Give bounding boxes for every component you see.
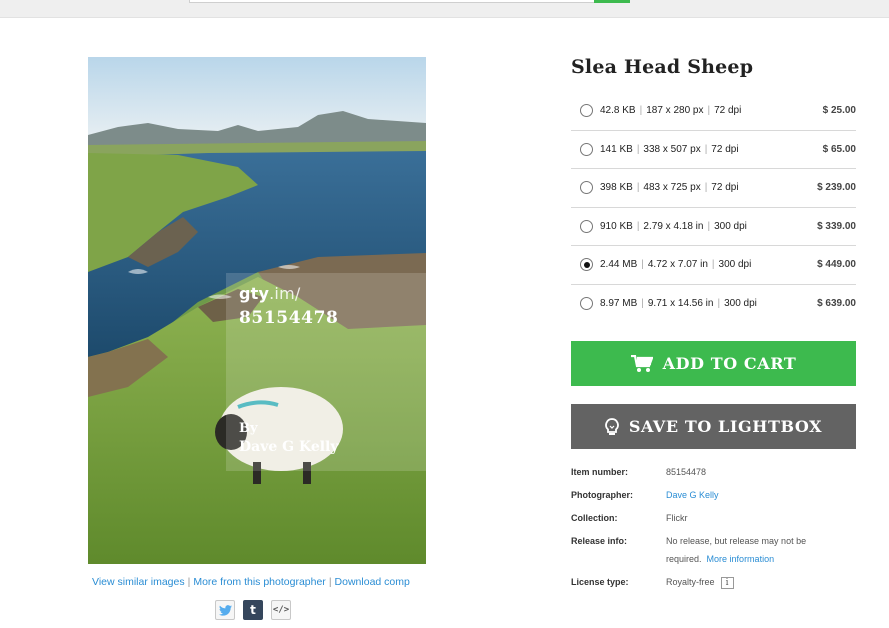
size-options: 42.8 KB | 187 x 280 px | 72 dpi $ 25.00 141 KB… xyxy=(571,92,856,324)
license-value: Royalty-free xyxy=(666,577,715,587)
photo-links: View similar images | More from this photo… xyxy=(88,576,428,588)
download-comp-link[interactable]: Download comp xyxy=(335,576,410,588)
collection-value: Flickr xyxy=(666,513,688,523)
price: $ 639.00 xyxy=(817,297,856,309)
embed-icon: </> xyxy=(272,605,290,615)
separator: | xyxy=(641,259,644,271)
dimensions: 4.72 x 7.07 in xyxy=(647,259,708,271)
dimensions: 9.71 x 14.56 in xyxy=(647,297,714,309)
tumblr-share-button[interactable]: t xyxy=(243,600,263,620)
file-size: 398 KB xyxy=(600,182,633,194)
separator: | xyxy=(711,259,715,271)
size-radio[interactable] xyxy=(580,104,593,117)
size-option-row[interactable]: 42.8 KB | 187 x 280 px | 72 dpi $ 25.00 xyxy=(571,92,856,131)
size-option-row[interactable]: 141 KB | 338 x 507 px | 72 dpi $ 65.00 xyxy=(571,131,856,170)
size-option-row[interactable]: 398 KB | 483 x 725 px | 72 dpi $ 239.00 xyxy=(571,169,856,208)
watermark-id: 85154478 xyxy=(239,308,339,328)
more-from-photographer-link[interactable]: More from this photographer xyxy=(193,576,325,588)
file-size: 2.44 MB xyxy=(600,259,638,271)
separator: | xyxy=(717,297,721,309)
resolution: 300 dpi xyxy=(714,220,747,232)
price: $ 65.00 xyxy=(822,143,856,155)
separator: | xyxy=(707,220,711,232)
separator: | xyxy=(639,105,643,116)
tumblr-icon: t xyxy=(250,603,256,617)
separator: | xyxy=(704,182,708,194)
cart-icon xyxy=(630,354,653,373)
add-to-cart-button[interactable]: ADD TO CART xyxy=(571,341,856,386)
twitter-share-button[interactable] xyxy=(215,600,235,620)
save-to-lightbox-button[interactable]: SAVE TO LIGHTBOX xyxy=(571,404,856,449)
embed-button[interactable]: </> xyxy=(271,600,291,620)
watermark-path: .im/ xyxy=(269,284,301,303)
dimensions: 483 x 725 px xyxy=(643,182,701,194)
separator: | xyxy=(636,143,640,155)
file-size: 141 KB xyxy=(600,143,633,155)
separator: | xyxy=(704,143,708,155)
size-radio[interactable] xyxy=(580,142,593,156)
price: $ 449.00 xyxy=(817,259,856,271)
size-radio[interactable] xyxy=(580,219,593,233)
release-info-value: No release, but release may not be requi… xyxy=(666,532,836,568)
watermark-site: gty xyxy=(239,284,270,303)
dimensions: 2.79 x 4.18 in xyxy=(643,220,704,232)
size-option-row[interactable]: 910 KB | 2.79 x 4.18 in | 300 dpi $ 339.00 xyxy=(571,208,856,247)
size-radio[interactable] xyxy=(580,258,593,272)
resolution: 72 dpi xyxy=(711,182,739,194)
file-size: 8.97 MB xyxy=(600,297,638,309)
lightbulb-icon xyxy=(605,417,619,436)
info-icon[interactable]: i xyxy=(720,576,734,589)
view-similar-link[interactable]: View similar images xyxy=(92,576,185,588)
separator: | xyxy=(707,105,711,116)
file-size: 910 KB xyxy=(600,220,633,232)
photographer-link[interactable]: Dave G Kelly xyxy=(666,490,719,500)
save-to-lightbox-label: SAVE TO LIGHTBOX xyxy=(628,417,823,436)
search-input[interactable] xyxy=(189,0,595,3)
item-number-value: 85154478 xyxy=(666,467,707,477)
collection-label: Collection: xyxy=(571,513,618,523)
resolution: 72 dpi xyxy=(711,143,739,155)
item-number-label: Item number: xyxy=(571,467,629,477)
more-information-link[interactable]: More information xyxy=(707,554,775,564)
size-info: 8.97 MB | 9.71 x 14.56 in | 300 dpi xyxy=(600,298,757,309)
dimensions: 338 x 507 px xyxy=(643,143,701,155)
watermark-url: gty.im/ xyxy=(239,284,300,303)
search-button[interactable] xyxy=(594,0,630,3)
size-radio[interactable] xyxy=(580,181,593,195)
resolution: 300 dpi xyxy=(718,259,752,271)
size-option-row[interactable]: 2.44 MB | 4.72 x 7.07 in | 300 dpi $ 449.00 xyxy=(571,246,856,285)
add-to-cart-label: ADD TO CART xyxy=(662,354,797,373)
radio-dot xyxy=(583,261,590,268)
watermark-author: Dave G Kelly xyxy=(239,439,339,455)
price: $ 239.00 xyxy=(817,182,856,194)
file-size: 42.8 KB xyxy=(600,105,636,116)
twitter-icon xyxy=(218,604,232,616)
license-type-label: License type: xyxy=(571,577,629,587)
separator: | xyxy=(636,182,640,194)
size-info: 141 KB | 338 x 507 px | 72 dpi xyxy=(600,144,739,155)
dimensions: 187 x 280 px xyxy=(646,105,704,116)
resolution: 72 dpi xyxy=(714,105,742,116)
link-separator: | xyxy=(328,576,332,588)
resolution: 300 dpi xyxy=(724,297,757,309)
photographer-label: Photographer: xyxy=(571,490,633,500)
size-info: 42.8 KB | 187 x 280 px | 72 dpi xyxy=(600,105,741,116)
separator: | xyxy=(636,220,640,232)
size-option-row[interactable]: 8.97 MB | 9.71 x 14.56 in | 300 dpi $ 639.00 xyxy=(571,285,856,324)
link-separator: | xyxy=(187,576,191,588)
price: $ 339.00 xyxy=(817,220,856,232)
size-radio[interactable] xyxy=(580,296,593,310)
watermark-by: By xyxy=(239,421,258,436)
size-info: 398 KB | 483 x 725 px | 72 dpi xyxy=(600,182,739,193)
size-info: 910 KB | 2.79 x 4.18 in | 300 dpi xyxy=(600,221,747,232)
price: $ 25.00 xyxy=(822,105,856,116)
release-info-label: Release info: xyxy=(571,536,628,546)
page-title: Slea Head Sheep xyxy=(571,56,754,78)
separator: | xyxy=(641,297,644,309)
top-nav-bar xyxy=(0,0,889,18)
size-info: 2.44 MB | 4.72 x 7.07 in | 300 dpi xyxy=(600,259,751,270)
